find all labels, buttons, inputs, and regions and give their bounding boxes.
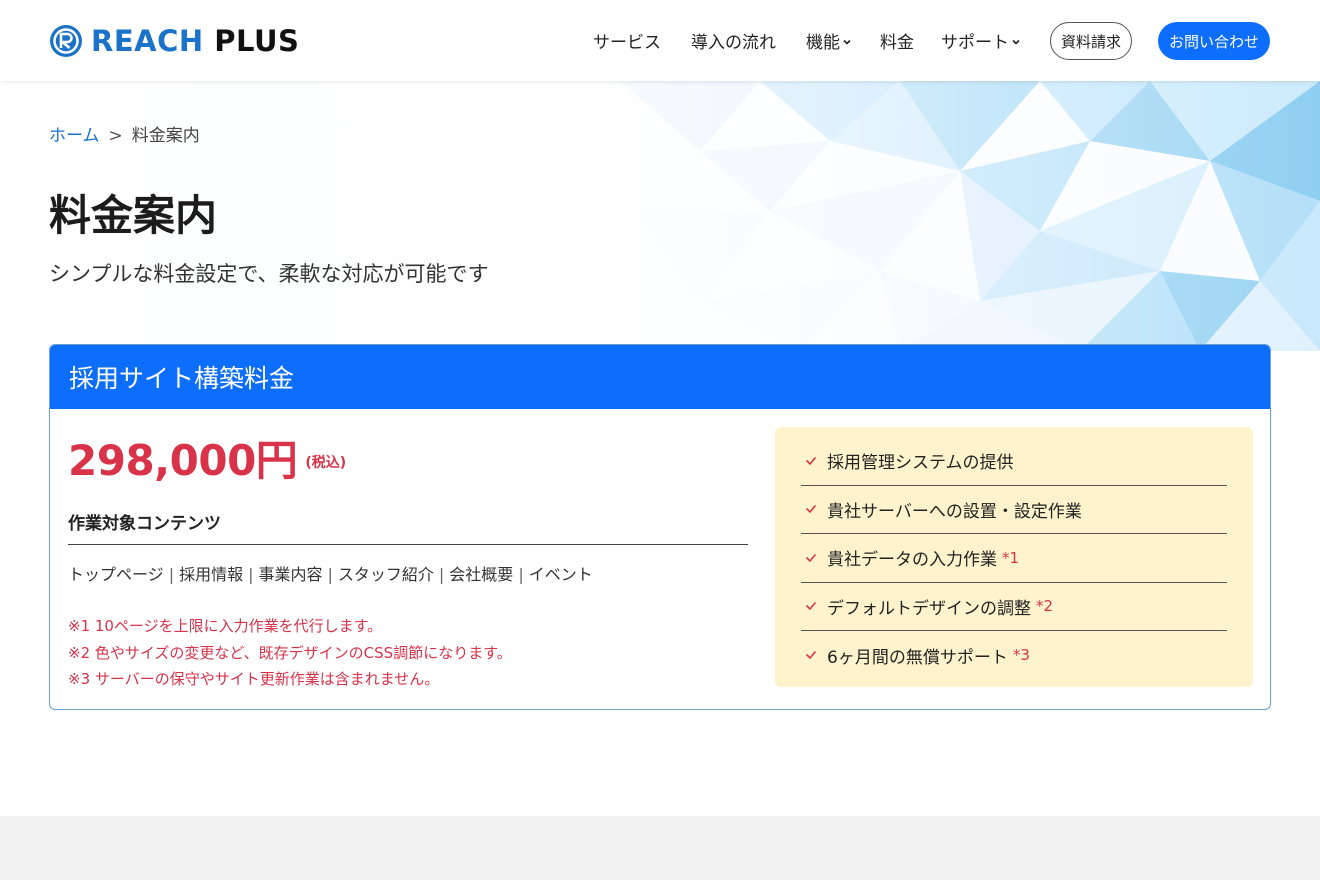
check-icon bbox=[805, 602, 817, 611]
nav-item-support-label: サポート bbox=[941, 33, 1009, 53]
check-icon bbox=[805, 505, 817, 514]
nav-item-features[interactable]: 機能 bbox=[806, 28, 851, 53]
feature-item: 採用管理システムの提供 bbox=[801, 437, 1227, 486]
content-separator: | bbox=[168, 565, 175, 584]
feature-text: デフォルトデザインの調整 bbox=[827, 598, 1031, 619]
nav-item-pricing[interactable]: 料金 bbox=[880, 28, 914, 53]
nav-item-flow[interactable]: 導入の流れ bbox=[691, 28, 776, 53]
footer-band bbox=[0, 816, 1320, 880]
check-icon bbox=[805, 651, 817, 660]
breadcrumb-separator: > bbox=[108, 126, 123, 146]
feature-text: 貴社サーバーへの設置・設定作業 bbox=[827, 501, 1082, 522]
chevron-down-icon bbox=[1012, 39, 1020, 45]
feature-text: 採用管理システムの提供 bbox=[827, 453, 1014, 474]
content-item: 事業内容 bbox=[258, 565, 323, 584]
pricing-card: 採用サイト構築料金 298,000円 (税込) 作業対象コンテンツ トップページ |… bbox=[49, 344, 1271, 710]
feature-list: 採用管理システムの提供 貴社サーバーへの設置・設定作業 貴社データの入力作業 *1… bbox=[775, 427, 1253, 687]
chevron-down-icon bbox=[843, 39, 851, 45]
feature-footnote-mark: *2 bbox=[1036, 597, 1054, 616]
feature-item: 貴社サーバーへの設置・設定作業 bbox=[801, 486, 1227, 534]
footnote-2: ※2 色やサイズの変更など、既存デザインのCSS調節になります。 bbox=[68, 643, 512, 662]
price: 298,000円 (税込) bbox=[68, 427, 346, 488]
footnote-3: ※3 サーバーの保守やサイト更新作業は含まれません。 bbox=[68, 670, 440, 688]
nav-item-services[interactable]: サービス bbox=[593, 28, 661, 53]
pricing-card-title: 採用サイト構築料金 bbox=[69, 364, 295, 393]
nav-item-support[interactable]: サポート bbox=[941, 28, 1020, 53]
breadcrumb: ホーム > 料金案内 bbox=[49, 121, 200, 146]
request-documents-button[interactable]: 資料請求 bbox=[1050, 22, 1132, 60]
price-tax-note: (税込) bbox=[305, 455, 347, 471]
nav-item-features-label: 機能 bbox=[806, 33, 840, 53]
contents-list: トップページ | 採用情報 | 事業内容 | スタッフ紹介 | 会社概要 | イベント bbox=[68, 561, 593, 585]
feature-footnote-mark: *3 bbox=[1012, 646, 1030, 665]
feature-text: 6ヶ月間の無償サポート bbox=[827, 647, 1008, 668]
contents-heading: 作業対象コンテンツ bbox=[68, 509, 748, 545]
content-item: トップページ bbox=[68, 565, 164, 584]
price-amount: 298,000円 bbox=[68, 436, 298, 485]
content-separator: | bbox=[438, 565, 445, 584]
feature-item: デフォルトデザインの調整 *2 bbox=[801, 583, 1227, 631]
content-separator: | bbox=[248, 565, 254, 584]
pricing-card-header: 採用サイト構築料金 bbox=[50, 345, 1270, 409]
site-header: REACH PLUS サービス 導入の流れ 機能 料金 サポート 資料請求 お問… bbox=[0, 0, 1320, 81]
content-item: イベント bbox=[528, 565, 593, 584]
feature-text: 貴社データの入力作業 bbox=[827, 550, 997, 571]
contact-button[interactable]: お問い合わせ bbox=[1158, 22, 1270, 60]
content-separator: | bbox=[518, 565, 524, 584]
breadcrumb-home-link[interactable]: ホーム bbox=[49, 126, 100, 146]
check-icon bbox=[805, 553, 817, 562]
content-item: 採用情報 bbox=[179, 565, 244, 584]
page-title: 料金案内 bbox=[49, 191, 218, 240]
check-icon bbox=[805, 456, 817, 465]
feature-item: 6ヶ月間の無償サポート *3 bbox=[801, 631, 1227, 680]
main-nav: サービス 導入の流れ 機能 料金 サポート 資料請求 お問い合わせ bbox=[0, 0, 1320, 81]
feature-item: 貴社データの入力作業 *1 bbox=[801, 534, 1227, 583]
page-subtitle: シンプルな料金設定で、柔軟な対応が可能です bbox=[49, 262, 489, 286]
footnote-1: ※1 10ページを上限に入力作業を代行します。 bbox=[68, 617, 383, 635]
footnotes: ※1 10ページを上限に入力作業を代行します。 ※2 色やサイズの変更など、既存… bbox=[68, 613, 512, 693]
content-item: スタッフ紹介 bbox=[337, 565, 434, 584]
breadcrumb-current: 料金案内 bbox=[131, 126, 200, 146]
content-separator: | bbox=[327, 565, 333, 584]
feature-footnote-mark: *1 bbox=[1002, 548, 1020, 567]
content-item: 会社概要 bbox=[449, 565, 514, 584]
